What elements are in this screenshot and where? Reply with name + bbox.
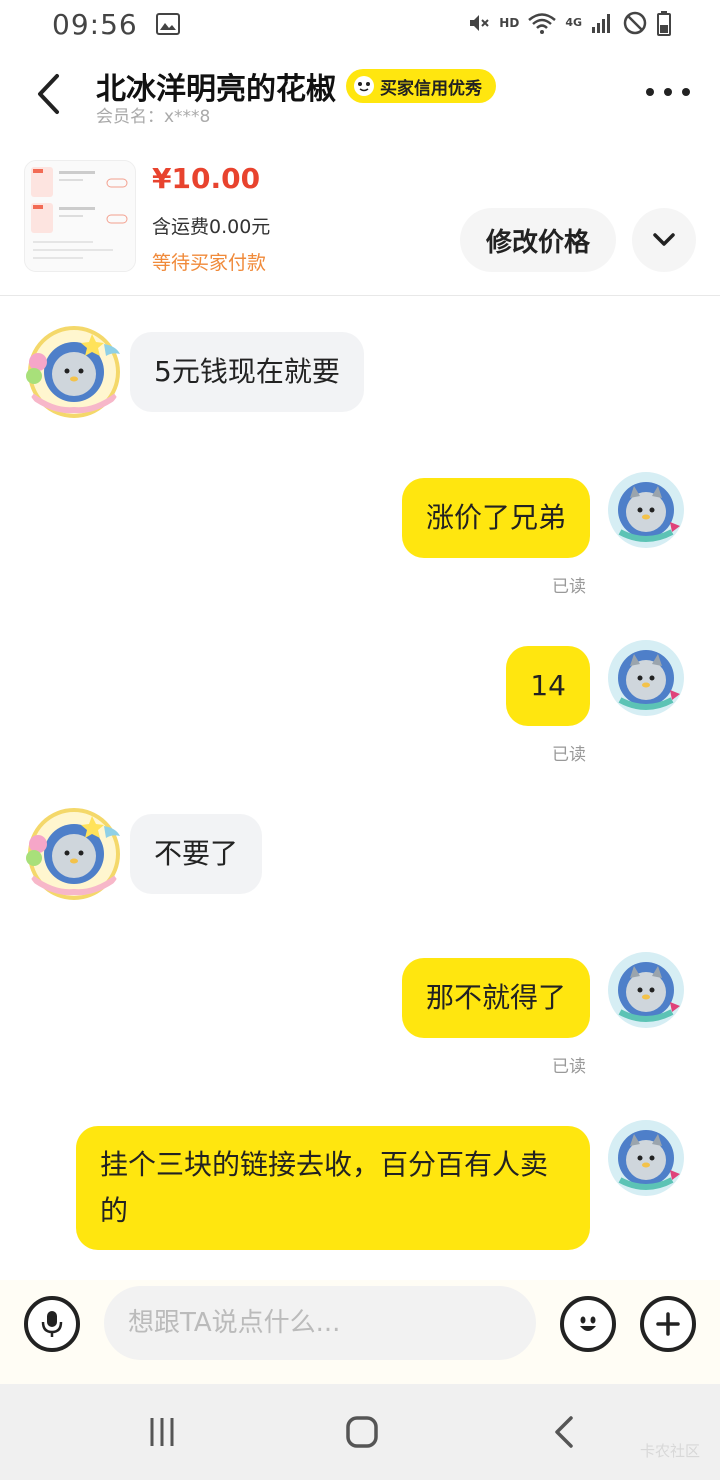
network-label: 4G bbox=[565, 16, 582, 29]
message-row: 5元钱现在就要 bbox=[0, 324, 720, 424]
read-receipt: 已读 bbox=[552, 745, 586, 765]
product-screenshot-image bbox=[25, 161, 135, 271]
more-dot-icon bbox=[664, 88, 672, 96]
chevron-left-icon bbox=[38, 74, 59, 114]
message-text: 5元钱现在就要 bbox=[154, 355, 340, 388]
message-text: 挂个三块的链接去收，百分百有人卖的 bbox=[100, 1148, 549, 1227]
recent-apps-icon bbox=[150, 1418, 174, 1446]
message-text: 涨价了兄弟 bbox=[425, 501, 566, 534]
credit-badge-label: 买家信用优秀 bbox=[380, 78, 482, 99]
read-receipt: 已读 bbox=[552, 1057, 586, 1077]
status-time: 09:56 bbox=[52, 7, 138, 41]
mute-icon bbox=[470, 15, 490, 31]
my-avatar[interactable] bbox=[606, 638, 686, 718]
message-row: 那不就得了 已读 bbox=[0, 950, 720, 1080]
signal-icon bbox=[592, 14, 610, 33]
my-avatar[interactable] bbox=[606, 470, 686, 550]
order-price: ¥10.00 bbox=[152, 162, 261, 195]
expand-button[interactable] bbox=[632, 208, 696, 272]
smiley-face-icon bbox=[354, 76, 374, 96]
message-row: 挂个三块的链接去收，百分百有人卖的 bbox=[0, 1118, 720, 1258]
my-avatar[interactable] bbox=[606, 1118, 686, 1198]
my-avatar[interactable] bbox=[606, 950, 686, 1030]
edit-price-button[interactable]: 修改价格 bbox=[460, 208, 616, 272]
chevron-left-icon bbox=[555, 1416, 573, 1448]
shipping-fee: 含运费0.00元 bbox=[152, 216, 271, 238]
message-bubble-outgoing[interactable]: 14 bbox=[506, 646, 590, 726]
message-text: 14 bbox=[530, 669, 566, 702]
message-bubble-incoming[interactable]: 5元钱现在就要 bbox=[130, 332, 364, 412]
voice-input-button[interactable] bbox=[24, 1296, 80, 1352]
wifi-icon bbox=[528, 13, 557, 34]
message-bubble-outgoing[interactable]: 挂个三块的链接去收，百分百有人卖的 bbox=[76, 1126, 590, 1250]
message-row: 涨价了兄弟 已读 bbox=[0, 470, 720, 600]
message-bubble-incoming[interactable]: 不要了 bbox=[130, 814, 263, 894]
contact-avatar[interactable] bbox=[24, 806, 124, 902]
message-input-bar bbox=[0, 1280, 720, 1384]
read-receipt: 已读 bbox=[552, 577, 586, 597]
back-button[interactable] bbox=[28, 70, 68, 118]
battery-icon bbox=[657, 11, 671, 36]
system-back-button[interactable] bbox=[540, 1408, 588, 1456]
home-button[interactable] bbox=[338, 1408, 386, 1456]
message-text: 不要了 bbox=[154, 837, 239, 870]
message-row: 不要了 bbox=[0, 806, 720, 906]
more-dot-icon bbox=[682, 88, 690, 96]
more-actions-button[interactable] bbox=[640, 1296, 696, 1352]
microphone-icon bbox=[41, 1311, 63, 1337]
chevron-down-icon bbox=[653, 233, 675, 246]
more-options-button[interactable] bbox=[646, 80, 690, 104]
order-card: ¥10.00 含运费0.00元 等待买家付款 修改价格 bbox=[0, 152, 720, 296]
hd-label: HD bbox=[499, 16, 520, 30]
credit-badge[interactable]: 买家信用优秀 bbox=[346, 69, 496, 103]
message-bubble-outgoing[interactable]: 那不就得了 bbox=[401, 958, 590, 1038]
status-bar: 09:56 HD 4G bbox=[0, 0, 720, 48]
status-icons: HD 4G bbox=[467, 10, 672, 36]
message-text: 那不就得了 bbox=[425, 981, 566, 1014]
chat-header: 北冰洋明亮的花椒 买家信用优秀 会员名：x***8 bbox=[0, 56, 720, 136]
do-not-disturb-icon bbox=[623, 11, 647, 35]
member-name: 会员名：x***8 bbox=[96, 107, 211, 127]
message-bubble-outgoing[interactable]: 涨价了兄弟 bbox=[401, 478, 590, 558]
system-nav-bar: 卡农社区 bbox=[0, 1384, 720, 1480]
product-thumbnail[interactable] bbox=[24, 160, 136, 272]
message-row: 14 已读 bbox=[0, 638, 720, 768]
order-status: 等待买家付款 bbox=[152, 252, 267, 274]
contact-avatar[interactable] bbox=[24, 324, 124, 420]
more-dot-icon bbox=[646, 88, 654, 96]
home-icon bbox=[346, 1416, 378, 1448]
plus-icon bbox=[656, 1312, 680, 1336]
recent-apps-button[interactable] bbox=[138, 1408, 186, 1456]
message-input[interactable] bbox=[104, 1286, 536, 1360]
emoji-button[interactable] bbox=[560, 1296, 616, 1352]
image-icon bbox=[155, 13, 180, 35]
watermark: 卡农社区 bbox=[639, 1442, 700, 1460]
smiley-face-icon bbox=[580, 1316, 596, 1331]
